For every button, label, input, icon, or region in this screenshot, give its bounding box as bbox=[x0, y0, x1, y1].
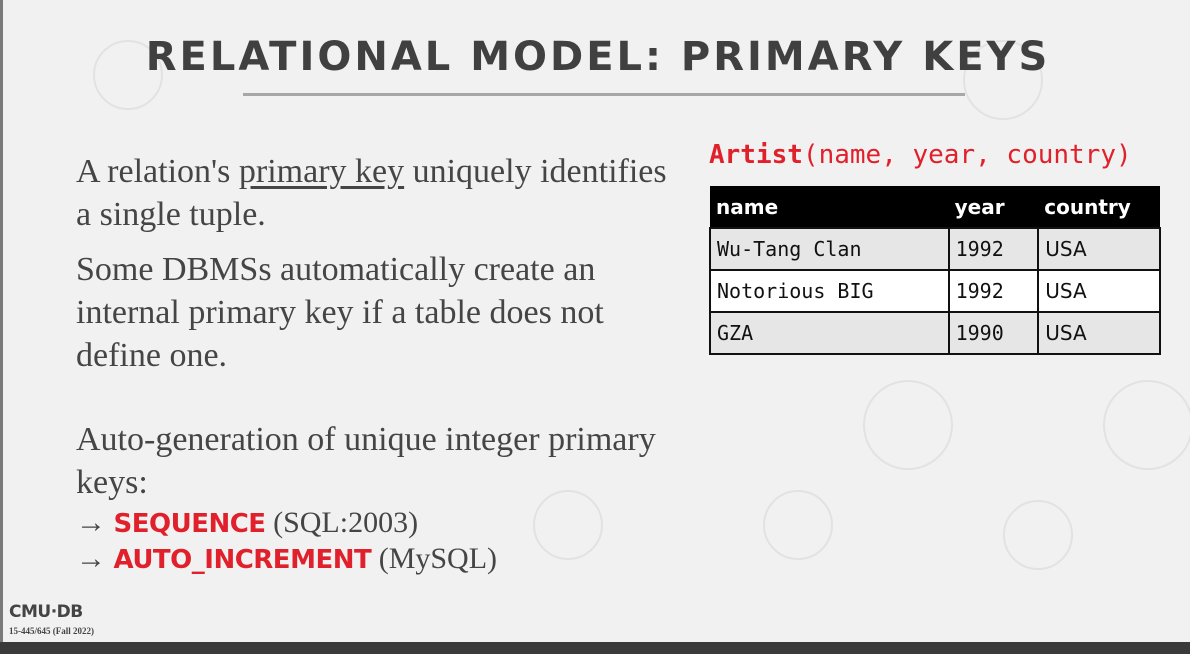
relation-name: Artist bbox=[709, 140, 803, 170]
relation-schema: Artist(name, year, country) bbox=[709, 140, 1132, 170]
paragraph1-before: A relation's bbox=[76, 153, 239, 190]
paragraph-primary-key: A relation's primary key uniquely identi… bbox=[76, 150, 676, 236]
table-row: GZA 1990 USA bbox=[709, 311, 1161, 355]
arrow-icon: → bbox=[76, 542, 106, 575]
paragraph-auto-generation: Auto-generation of unique integer primar… bbox=[76, 421, 656, 501]
cell-country: USA bbox=[1037, 311, 1161, 355]
primary-key-term: primary key bbox=[238, 153, 405, 190]
cell-year: 1992 bbox=[947, 227, 1040, 271]
watermark-database-icon bbox=[763, 490, 833, 560]
watermark-database-icon bbox=[1003, 500, 1073, 570]
relation-attributes: (name, year, country) bbox=[802, 140, 1132, 170]
watermark-skull-icon bbox=[1103, 380, 1190, 470]
watermark-skull-icon bbox=[863, 380, 953, 470]
column-header-name: name bbox=[710, 186, 949, 228]
artist-table: name year country Wu-Tang Clan 1992 USA … bbox=[709, 186, 1161, 355]
bullet-sequence: → SEQUENCE (SQL:2003) bbox=[76, 505, 418, 542]
bottom-bar bbox=[0, 642, 1190, 654]
table-header-row: name year country bbox=[710, 186, 1160, 228]
title-underline bbox=[243, 93, 965, 96]
bullet-auto-increment: → AUTO_INCREMENT (MySQL) bbox=[76, 541, 497, 578]
table-row: Wu-Tang Clan 1992 USA bbox=[709, 227, 1161, 271]
cell-name: Notorious BIG bbox=[709, 269, 950, 313]
cmu-db-logo: CMU·DB bbox=[9, 602, 83, 622]
cell-name: Wu-Tang Clan bbox=[709, 227, 950, 271]
slide-title: RELATIONAL MODEL: PRIMARY KEYS bbox=[145, 34, 1051, 80]
arrow-icon: → bbox=[76, 506, 106, 539]
bullet-note: (MySQL) bbox=[371, 542, 498, 575]
cell-country: USA bbox=[1037, 227, 1161, 271]
cell-year: 1992 bbox=[947, 269, 1040, 313]
keyword-auto-increment: AUTO_INCREMENT bbox=[113, 545, 372, 575]
bullet-note: (SQL:2003) bbox=[265, 506, 419, 539]
cell-country: USA bbox=[1037, 269, 1161, 313]
table-row: Notorious BIG 1992 USA bbox=[709, 269, 1161, 313]
column-header-country: country bbox=[1038, 186, 1160, 228]
course-label: 15-445/645 (Fall 2022) bbox=[9, 626, 94, 636]
column-header-year: year bbox=[948, 186, 1039, 228]
slide: RELATIONAL MODEL: PRIMARY KEYS A relatio… bbox=[0, 0, 1190, 642]
cell-name: GZA bbox=[709, 311, 950, 355]
paragraph-internal-key: Some DBMSs automatically create an inter… bbox=[76, 251, 604, 374]
cell-year: 1990 bbox=[947, 311, 1040, 355]
keyword-sequence: SEQUENCE bbox=[113, 509, 267, 539]
